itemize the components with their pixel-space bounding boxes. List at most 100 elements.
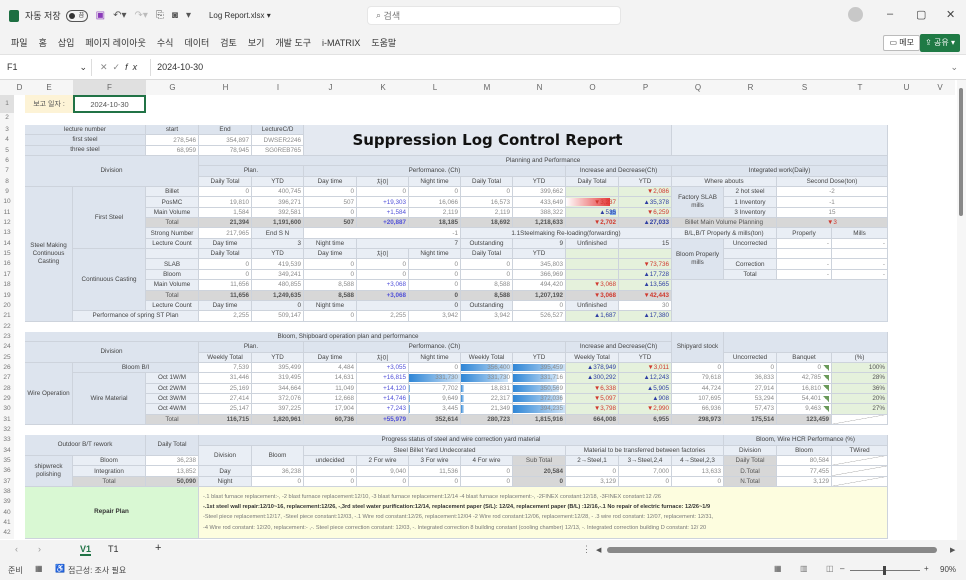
column-label[interactable]: Division <box>724 445 777 456</box>
value-cell[interactable]: - <box>832 259 888 270</box>
value-cell[interactable]: 9,040 <box>357 466 409 477</box>
header-cell[interactable]: Integrated work(Daily) <box>672 166 888 177</box>
row-header[interactable]: 6 <box>0 156 14 166</box>
zoom-level[interactable]: 90% <box>940 565 956 574</box>
value-cell[interactable]: - <box>832 269 888 281</box>
row-header[interactable]: 4 <box>0 135 14 145</box>
page-layout-view-icon[interactable]: ▥ <box>800 564 808 573</box>
value-cell[interactable]: 3 <box>252 238 304 250</box>
value-cell[interactable]: 278,546 <box>146 135 199 146</box>
value-cell[interactable]: 42,785 <box>777 373 832 384</box>
section-header[interactable]: Bloom, Wire HCR Performance (%) <box>724 435 888 446</box>
value-cell[interactable]: - <box>777 259 832 270</box>
row-label[interactable]: D.Total <box>724 466 777 477</box>
camera-icon[interactable]: ◙ <box>172 10 178 21</box>
value-cell[interactable]: 1,207,192 <box>513 290 566 301</box>
value-cell[interactable]: 13,852 <box>146 466 199 477</box>
value-cell[interactable]: 400,745 <box>252 187 304 198</box>
row-header[interactable]: 28 <box>0 384 14 394</box>
value-cell[interactable]: 4,484 <box>304 362 357 374</box>
column-label[interactable]: Weekly Total <box>199 352 252 363</box>
value-cell[interactable]: 0 <box>357 187 409 198</box>
group-label[interactable]: Wire Material <box>73 373 146 425</box>
row-label[interactable]: Oct 4W/M <box>146 404 199 415</box>
row-label[interactable]: Bloom B/I <box>73 362 199 374</box>
value-cell[interactable]: 0 <box>409 187 461 198</box>
header-cell[interactable]: Performance. (Ch) <box>304 166 566 177</box>
row-label[interactable]: Night time <box>304 238 357 250</box>
value-cell[interactable]: 11,049 <box>304 383 357 394</box>
value-cell[interactable]: 175,514 <box>724 414 777 425</box>
value-cell[interactable]: 1,191,600 <box>252 218 304 229</box>
column-label[interactable]: Night time <box>409 352 461 363</box>
value-cell[interactable]: 18,692 <box>461 218 513 229</box>
scroll-left-icon[interactable]: ◀ <box>596 546 601 554</box>
value-cell[interactable]: 366,969 <box>513 269 566 281</box>
column-label[interactable]: Night time <box>409 176 461 188</box>
add-sheet-icon[interactable]: + <box>155 542 161 554</box>
value-cell[interactable]: 388,322 <box>513 207 566 219</box>
value-cell[interactable]: 0 <box>409 362 461 374</box>
group-label[interactable]: Continuous Casting <box>73 249 146 312</box>
value-cell[interactable]: SG0REB765 <box>252 145 304 157</box>
value-cell[interactable]: ▼73,736 <box>619 259 672 270</box>
column-label[interactable]: YTD <box>252 176 304 188</box>
column-label[interactable]: Day time <box>304 249 357 260</box>
close-icon[interactable]: ✕ <box>946 8 955 21</box>
row-header[interactable]: 29 <box>0 394 14 404</box>
row-header[interactable]: 21 <box>0 311 14 321</box>
row-label[interactable]: 2 hot steel <box>724 187 777 198</box>
value-cell[interactable]: 0 <box>461 466 513 477</box>
file-name[interactable]: Log Report.xlsx ▾ <box>209 11 271 20</box>
header-cell[interactable]: Division <box>25 156 199 188</box>
value-cell[interactable]: ▲908 <box>619 393 672 405</box>
group-label[interactable]: Steel Making Continuous Casting <box>25 187 73 322</box>
value-cell[interactable]: -2 <box>777 187 888 198</box>
restore-icon[interactable]: ▢ <box>916 8 926 21</box>
value-cell[interactable]: +55,979 <box>357 414 409 425</box>
value-cell[interactable]: ▼5,097 <box>566 393 619 405</box>
value-cell[interactable]: 0 <box>619 476 672 488</box>
value-cell[interactable]: 8,588 <box>461 290 513 301</box>
value-cell[interactable]: 0 <box>461 269 513 281</box>
header-cell[interactable]: Steel Billet Yard Undecorated <box>304 445 566 456</box>
value-cell[interactable]: ▲13,565 <box>619 280 672 291</box>
row-label[interactable]: Performance of spring ST Plan <box>73 311 199 322</box>
value-cell[interactable]: 3,445 <box>409 404 461 415</box>
section-header[interactable]: Planning and Performance <box>199 156 888 167</box>
blank-cell[interactable] <box>832 466 888 477</box>
normal-view-icon[interactable]: ▦ <box>774 564 782 573</box>
row-header[interactable]: 40 <box>0 508 14 518</box>
value-cell[interactable]: 507 <box>304 218 357 229</box>
zoom-slider[interactable] <box>850 566 920 575</box>
row-label[interactable] <box>724 249 777 260</box>
value-cell[interactable]: 27% <box>832 404 888 415</box>
value-cell[interactable]: 21,394 <box>199 218 252 229</box>
value-cell[interactable]: 6,955 <box>619 414 672 425</box>
header-cell[interactable]: lecture number <box>25 125 146 136</box>
sheet-tab-v1[interactable]: V1 <box>80 544 92 556</box>
row-label[interactable]: 3 Inventory <box>724 207 777 219</box>
value-cell[interactable]: ▼3 <box>777 218 888 229</box>
row-header[interactable]: 32 <box>0 425 14 435</box>
zoom-slider-thumb[interactable] <box>883 566 886 575</box>
value-cell[interactable]: 66,936 <box>672 404 724 415</box>
row-header[interactable]: 2 <box>0 113 14 125</box>
row-label[interactable]: Outstanding <box>461 238 513 250</box>
value-cell[interactable]: 395,499 <box>252 362 304 374</box>
header-cell[interactable]: Daily Total <box>146 435 199 456</box>
row-header[interactable]: 35 <box>0 456 14 466</box>
value-cell[interactable]: 0 <box>357 476 409 488</box>
value-cell[interactable]: 68,959 <box>146 145 199 157</box>
value-cell[interactable]: - <box>777 269 832 281</box>
row-label[interactable]: Unfinished <box>566 238 619 250</box>
value-cell[interactable]: 18,185 <box>409 218 461 229</box>
row-label[interactable]: Total <box>724 269 777 281</box>
value-cell[interactable] <box>566 187 619 198</box>
value-cell[interactable]: 16,066 <box>409 197 461 208</box>
ribbon-tab-file[interactable]: 파일 <box>11 36 28 49</box>
header-cell[interactable]: End <box>199 125 252 136</box>
column-label[interactable]: Where abouts <box>672 176 777 188</box>
value-cell[interactable]: 372,036 <box>513 393 566 405</box>
section-header[interactable]: Bloom, Shipboard operation plan and perf… <box>25 331 672 343</box>
